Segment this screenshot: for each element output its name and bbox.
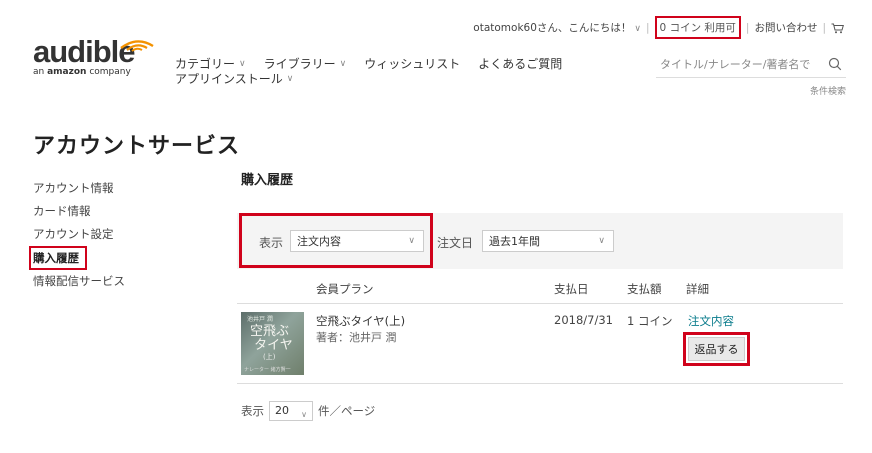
cover-narrator: ナレーター 緒方賢一 (244, 367, 291, 373)
account-sidebar: アカウント情報 カード情報 アカウント設定 購入履歴 情報配信サービス (29, 177, 125, 293)
divider: | (745, 21, 750, 34)
order-details-link[interactable]: 注文内容 (688, 313, 734, 329)
chevron-down-icon: ∨ (301, 410, 307, 419)
greeting-text: otatomok60さん、こんにちは！ (473, 22, 632, 34)
column-header-detail: 詳細 (686, 282, 709, 296)
advanced-search-link[interactable]: 条件検索 (810, 84, 846, 97)
sidebar-item-card-info[interactable]: カード情報 (33, 200, 125, 223)
nav-label: ライブラリー (263, 57, 336, 71)
payment-amount: 1 コイン (627, 314, 673, 328)
book-cover[interactable]: 池井戸 潤 空飛ぶ タイヤ (上) ナレーター 緒方賢一 (241, 312, 304, 375)
tagline-suffix: company (86, 67, 131, 77)
coin-balance[interactable]: 0 コイン 利用可 (654, 16, 741, 39)
sidebar-item-purchase-history[interactable]: 購入履歴 (29, 246, 87, 270)
column-header-date: 支払日 (554, 282, 589, 296)
chevron-down-icon: ∨ (598, 236, 605, 246)
tagline-prefix: an (33, 67, 48, 77)
cover-title-line: タイヤ (254, 338, 293, 353)
main-nav: カテゴリー ∨ ライブラリー ∨ ウィッシュリスト よくあるご質問 アプリインストー… (175, 57, 580, 87)
contact-link[interactable]: お問い合わせ (754, 20, 817, 35)
divider: | (822, 21, 826, 34)
sidebar-item-account-info[interactable]: アカウント情報 (33, 177, 125, 200)
cover-author: 池井戸 潤 (247, 316, 273, 323)
divider (237, 383, 843, 384)
cover-title-line: 空飛ぶ (250, 324, 290, 339)
divider (237, 303, 843, 304)
order-date-label: 注文日 (437, 236, 474, 250)
book-author: 著者：池井戸 潤 (316, 331, 397, 344)
utility-bar: otatomok60さん、こんにちは！ ∨ | 0 コイン 利用可 | お問い合わ… (473, 16, 844, 39)
per-page-control: 表示 20 ∨ 件／ページ (241, 401, 375, 421)
logo-tagline: an amazon company (33, 67, 153, 77)
per-page-prefix: 表示 (241, 404, 264, 418)
nav-library[interactable]: ライブラリー ∨ (264, 57, 347, 72)
search-input[interactable] (656, 58, 816, 71)
cart-icon[interactable] (831, 23, 844, 33)
per-page-suffix: 件／ページ (318, 404, 376, 418)
return-button[interactable]: 返品する (688, 337, 745, 361)
nav-label: アプリインストール (175, 72, 283, 86)
sidebar-item-account-settings[interactable]: アカウント設定 (33, 223, 125, 246)
order-date-select-value: 過去1年間 (489, 235, 540, 248)
nav-wishlist[interactable]: ウィッシュリスト (364, 57, 460, 72)
column-header-amount: 支払額 (627, 282, 662, 296)
section-title: 購入履歴 (241, 173, 294, 188)
per-page-select[interactable]: 20 ∨ (269, 401, 313, 421)
chevron-down-icon: ∨ (286, 74, 294, 84)
per-page-value: 20 (275, 404, 289, 417)
page-title: アカウントサービス (33, 134, 241, 159)
chevron-down-icon: ∨ (339, 59, 347, 69)
order-date-select[interactable]: 過去1年間 ∨ (482, 230, 614, 252)
book-title-link[interactable]: 空飛ぶタイヤ(上) (316, 313, 405, 329)
audible-logo[interactable]: audible an amazon company (33, 36, 154, 77)
search-box (656, 52, 846, 78)
chevron-down-icon: ∨ (634, 24, 641, 34)
nav-faq[interactable]: よくあるご質問 (478, 57, 562, 72)
nav-app-install[interactable]: アプリインストール ∨ (175, 72, 293, 87)
greeting-menu[interactable]: otatomok60さん、こんにちは！ ∨ (473, 20, 641, 35)
search-icon[interactable] (828, 57, 842, 74)
column-header-plan: 会員プラン (316, 282, 374, 296)
highlight-box (239, 213, 433, 268)
signal-wave-icon (120, 40, 154, 52)
cover-title: 空飛ぶ タイヤ (250, 325, 293, 353)
nav-categories[interactable]: カテゴリー ∨ (175, 57, 246, 72)
sidebar-item-newsletter[interactable]: 情報配信サービス (33, 270, 125, 293)
payment-date: 2018/7/31 (554, 313, 613, 327)
divider: | (646, 21, 650, 34)
chevron-down-icon: ∨ (239, 59, 246, 69)
cover-volume: (上) (263, 353, 276, 361)
nav-label: カテゴリー (175, 57, 236, 71)
tagline-brand: amazon (47, 67, 87, 77)
